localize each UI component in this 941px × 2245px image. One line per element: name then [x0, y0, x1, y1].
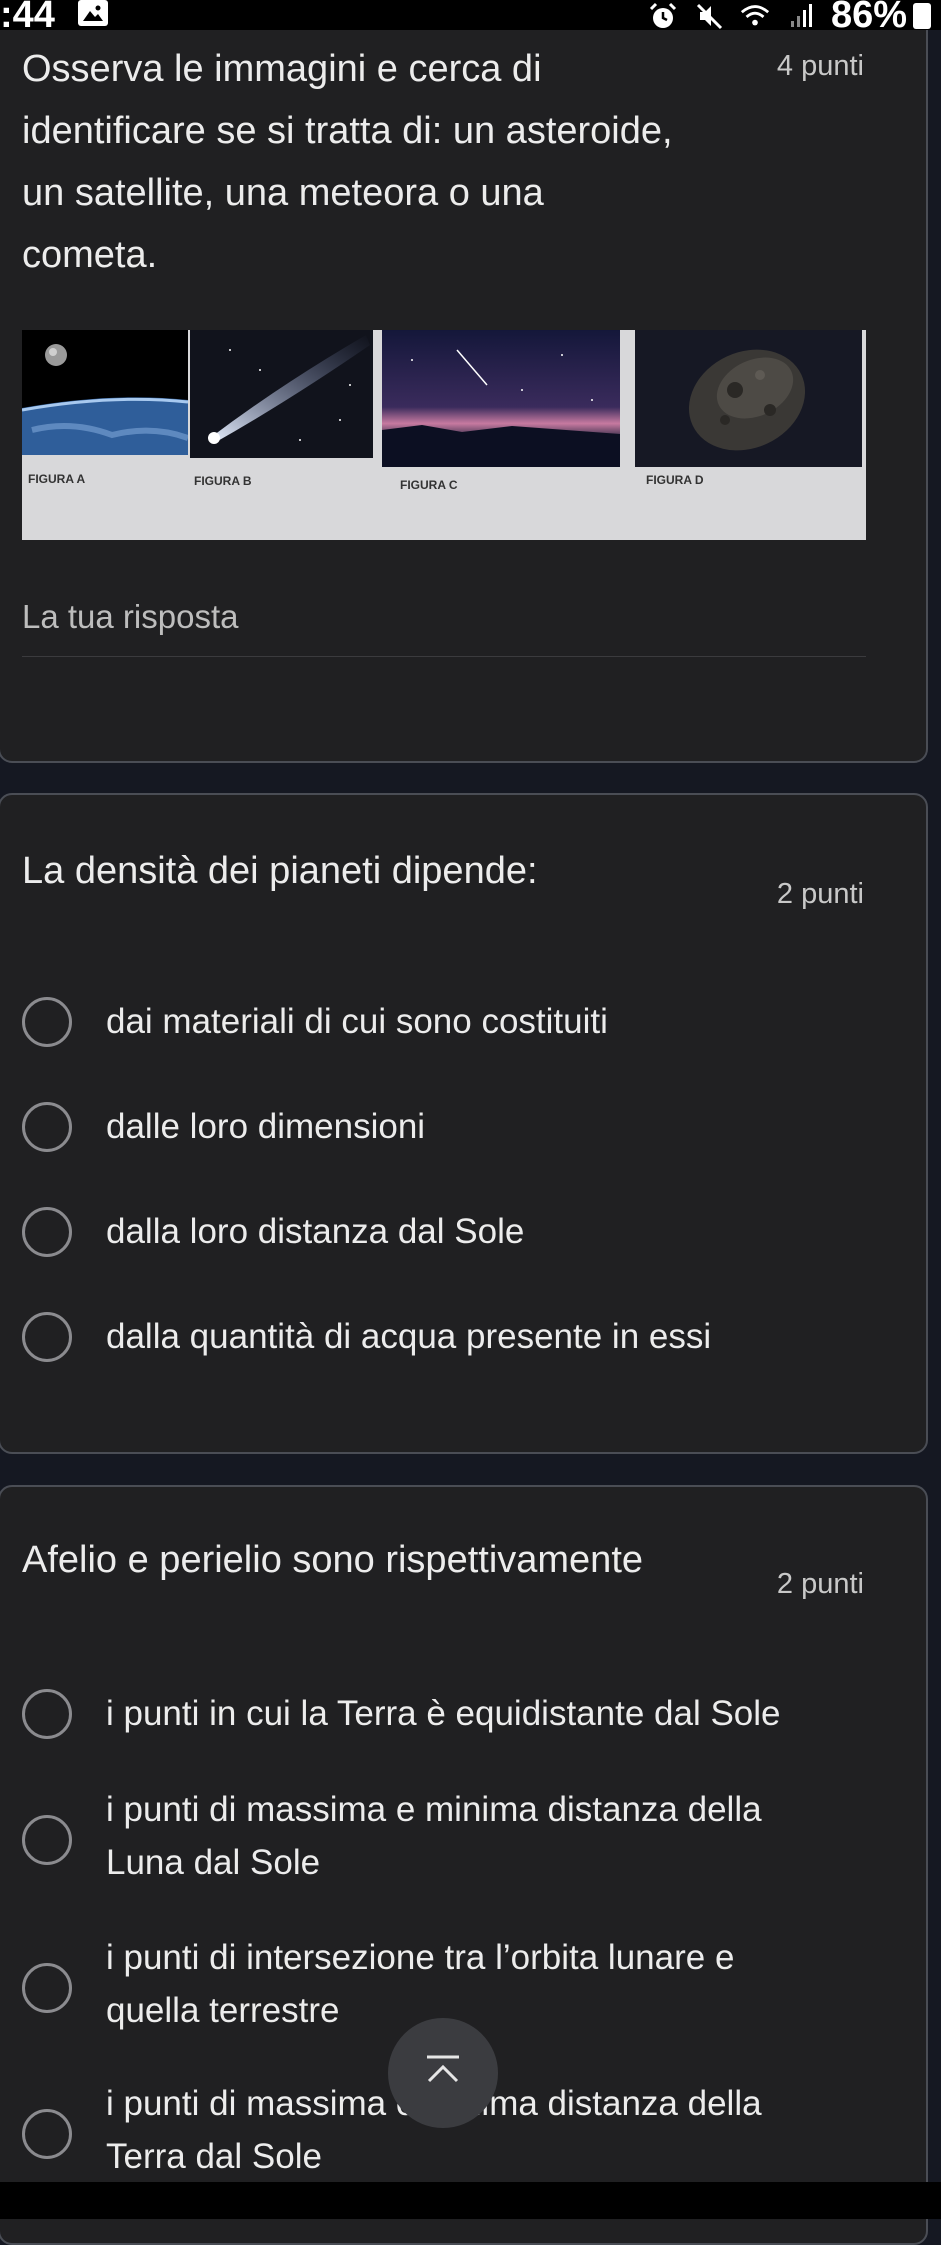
question-3-title: Afelio e perielio sono rispettivamente — [22, 1539, 644, 1581]
alarm-icon — [647, 1, 679, 31]
figure-d-label: FIGURA D — [646, 473, 704, 487]
question-1-line-3: un satellite, una meteora o una — [22, 172, 544, 214]
radio-button[interactable] — [22, 1689, 72, 1739]
option-label-line-2[interactable]: Terra dal Sole — [106, 2130, 322, 2183]
figure-a-image — [22, 330, 188, 455]
option-label[interactable]: i punti di intersezione tra l’orbita lun… — [106, 1931, 734, 1984]
battery-icon — [913, 2, 931, 29]
radio-button[interactable] — [22, 1815, 72, 1865]
question-card-2: La densità dei pianeti dipende: 2 punti … — [0, 793, 928, 1454]
signal-icon — [785, 1, 817, 31]
figure-a-label: FIGURA A — [28, 472, 86, 486]
option-label[interactable]: dalla quantità di acqua presente in essi — [106, 1310, 711, 1363]
question-2-title: La densità dei pianeti dipende: — [22, 850, 538, 892]
option-label[interactable]: i punti in cui la Terra è equidistante d… — [106, 1687, 781, 1740]
option-label-line-2[interactable]: quella terrestre — [106, 1984, 339, 2037]
radio-button[interactable] — [22, 1963, 72, 2013]
radio-button[interactable] — [22, 1102, 72, 1152]
figure-c-label: FIGURA C — [400, 478, 458, 492]
question-card-1: Osserva le immagini e cerca di identific… — [0, 0, 928, 763]
option-label[interactable]: dai materiali di cui sono costituiti — [106, 995, 608, 1048]
gallery-icon — [78, 0, 108, 26]
figure-b-label: FIGURA B — [194, 474, 252, 488]
mute-icon — [693, 1, 725, 31]
figure-c-image — [382, 330, 620, 467]
scroll-to-top-button[interactable] — [388, 2018, 498, 2128]
battery-percent: 86% — [830, 0, 907, 36]
radio-button[interactable] — [22, 997, 72, 1047]
option-label[interactable]: dalla loro distanza dal Sole — [106, 1205, 524, 1258]
option-label-line-2[interactable]: Luna dal Sole — [106, 1836, 320, 1889]
question-card-3: Afelio e perielio sono rispettivamente 2… — [0, 1485, 928, 2245]
figure-b-image — [190, 330, 373, 458]
figure-image: FIGURA A FIGURA B FIGURA C FIGURA D — [22, 330, 866, 540]
radio-button[interactable] — [22, 2109, 72, 2159]
figure-d-image — [635, 330, 862, 467]
navigation-bar — [0, 2182, 941, 2219]
status-time: :44 — [0, 0, 55, 36]
question-3-points: 2 punti — [776, 1568, 864, 1600]
question-1-line-2: identificare se si tratta di: un asteroi… — [22, 110, 673, 152]
question-1-points: 4 punti — [776, 50, 864, 82]
status-bar: :44 86% — [0, 0, 941, 36]
radio-button[interactable] — [22, 1312, 72, 1362]
question-2-points: 2 punti — [776, 878, 864, 910]
question-1-line-1: Osserva le immagini e cerca di — [22, 48, 542, 90]
answer-underline — [22, 656, 866, 657]
option-label[interactable]: i punti di massima e minima distanza del… — [106, 1783, 762, 1836]
option-label[interactable]: dalle loro dimensioni — [106, 1100, 425, 1153]
radio-button[interactable] — [22, 1207, 72, 1257]
question-1-line-4: cometa. — [22, 234, 158, 276]
chevron-up-icon — [423, 2053, 463, 2094]
answer-input[interactable]: La tua risposta — [22, 598, 238, 636]
wifi-icon — [739, 1, 771, 31]
